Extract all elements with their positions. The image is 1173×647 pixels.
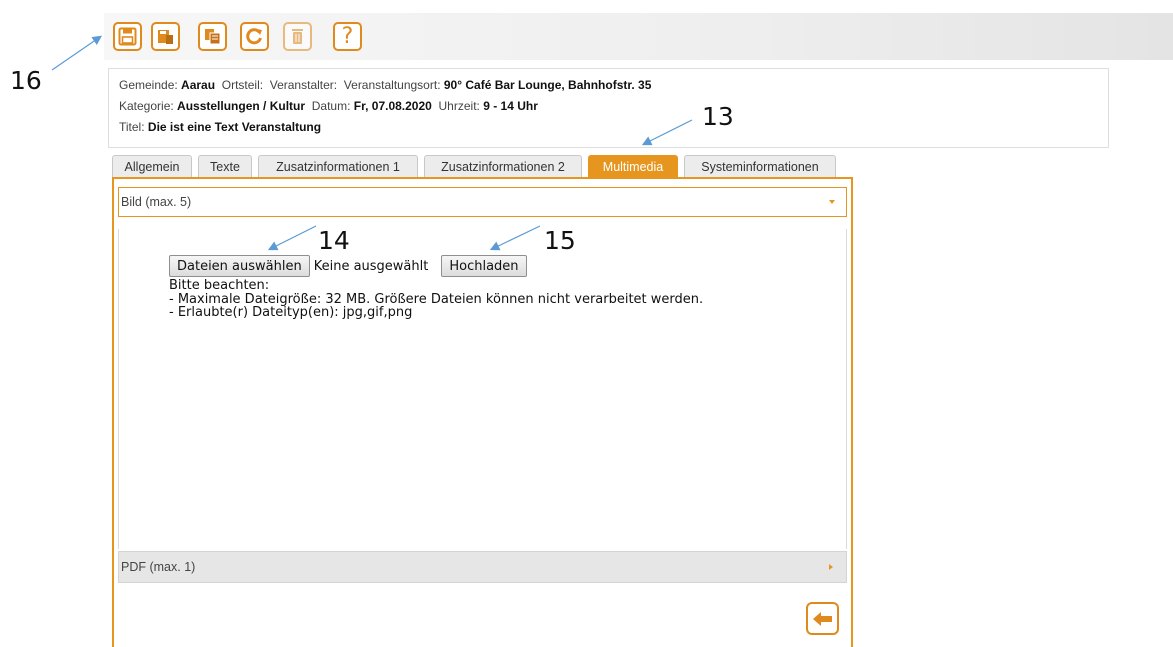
- callout-14: 14: [318, 226, 350, 255]
- delete-icon: [292, 29, 303, 44]
- refresh-button[interactable]: [240, 22, 269, 51]
- info-row-3: Titel: Die ist eine Text Veranstaltung: [119, 117, 1108, 138]
- uhrzeit-value: 9 - 14 Uhr: [483, 99, 538, 113]
- tab-systeminformationen[interactable]: Systeminformationen: [684, 155, 836, 177]
- file-status-text: Keine ausgewählt: [313, 258, 429, 274]
- save-icon: [118, 27, 137, 46]
- tab-texte[interactable]: Texte: [198, 155, 252, 177]
- pdf-header-label: PDF (max. 1): [121, 560, 196, 574]
- back-button[interactable]: [806, 602, 839, 635]
- gemeinde-label: Gemeinde:: [119, 78, 178, 92]
- arrow-left-icon: [812, 611, 832, 626]
- help-button[interactable]: ?: [333, 22, 362, 51]
- callout-15: 15: [544, 226, 576, 255]
- info-row-1: Gemeinde: Aarau Ortsteil: Veranstalter: …: [119, 75, 1108, 96]
- delete-button[interactable]: [283, 22, 312, 51]
- kategorie-value: Ausstellungen / Kultur: [177, 99, 306, 113]
- tab-zusatzinformationen-2[interactable]: Zusatzinformationen 2: [424, 155, 582, 177]
- titel-value: Die ist eine Text Veranstaltung: [147, 120, 322, 134]
- arrow-16: [51, 35, 102, 71]
- bild-accordion-header[interactable]: Bild (max. 5): [118, 187, 847, 217]
- upload-notes: Bitte beachten: - Maximale Dateigröße: 3…: [169, 279, 703, 320]
- copy-button[interactable]: [198, 22, 227, 51]
- veranstalter-label: Veranstalter:: [269, 78, 338, 92]
- kategorie-label: Kategorie:: [119, 99, 174, 113]
- copy-icon: [205, 29, 221, 45]
- ort-label: Veranstaltungsort:: [343, 78, 441, 92]
- gemeinde-value: Aarau: [181, 78, 216, 92]
- refresh-icon: [246, 28, 262, 45]
- chevron-right-icon: [829, 564, 833, 570]
- note-title: Bitte beachten:: [169, 278, 270, 293]
- ortsteil-label: Ortsteil:: [221, 78, 264, 92]
- uhrzeit-label: Uhrzeit:: [438, 99, 480, 113]
- choose-files-button[interactable]: Dateien auswählen: [169, 255, 310, 277]
- note-types: - Erlaubte(r) Dateityp(en): jpg,gif,png: [169, 305, 413, 320]
- help-icon: ?: [341, 23, 354, 49]
- file-upload-row: Dateien auswählen Keine ausgewählt Hochl…: [169, 255, 527, 277]
- save-button[interactable]: [113, 22, 142, 51]
- upload-button[interactable]: Hochladen: [441, 255, 527, 277]
- tab-allgemein[interactable]: Allgemein: [112, 155, 192, 177]
- save-close-icon: [158, 30, 173, 44]
- datum-value: Fr, 07.08.2020: [353, 99, 432, 113]
- tab-zusatzinformationen-1[interactable]: Zusatzinformationen 1: [258, 155, 418, 177]
- event-info: Gemeinde: Aarau Ortsteil: Veranstalter: …: [108, 68, 1109, 148]
- note-size: - Maximale Dateigröße: 32 MB. Größere Da…: [169, 291, 704, 307]
- ort-value: 90° Café Bar Lounge, Bahnhofstr. 35: [443, 78, 652, 92]
- bild-header-label: Bild (max. 5): [121, 195, 192, 209]
- info-row-2: Kategorie: Ausstellungen / Kultur Datum:…: [119, 96, 1108, 117]
- datum-label: Datum:: [311, 99, 351, 113]
- bild-accordion-body: Dateien auswählen Keine ausgewählt Hochl…: [118, 229, 847, 549]
- chevron-down-icon: [829, 200, 835, 204]
- callout-13: 13: [702, 102, 734, 131]
- tab-multimedia[interactable]: Multimedia: [588, 155, 678, 177]
- titel-label: Titel:: [119, 120, 145, 134]
- multimedia-panel: Bild (max. 5) Dateien auswählen Keine au…: [112, 177, 853, 647]
- save-close-button[interactable]: [151, 22, 180, 51]
- pdf-accordion-header[interactable]: PDF (max. 1): [118, 551, 847, 583]
- callout-16: 16: [10, 66, 42, 95]
